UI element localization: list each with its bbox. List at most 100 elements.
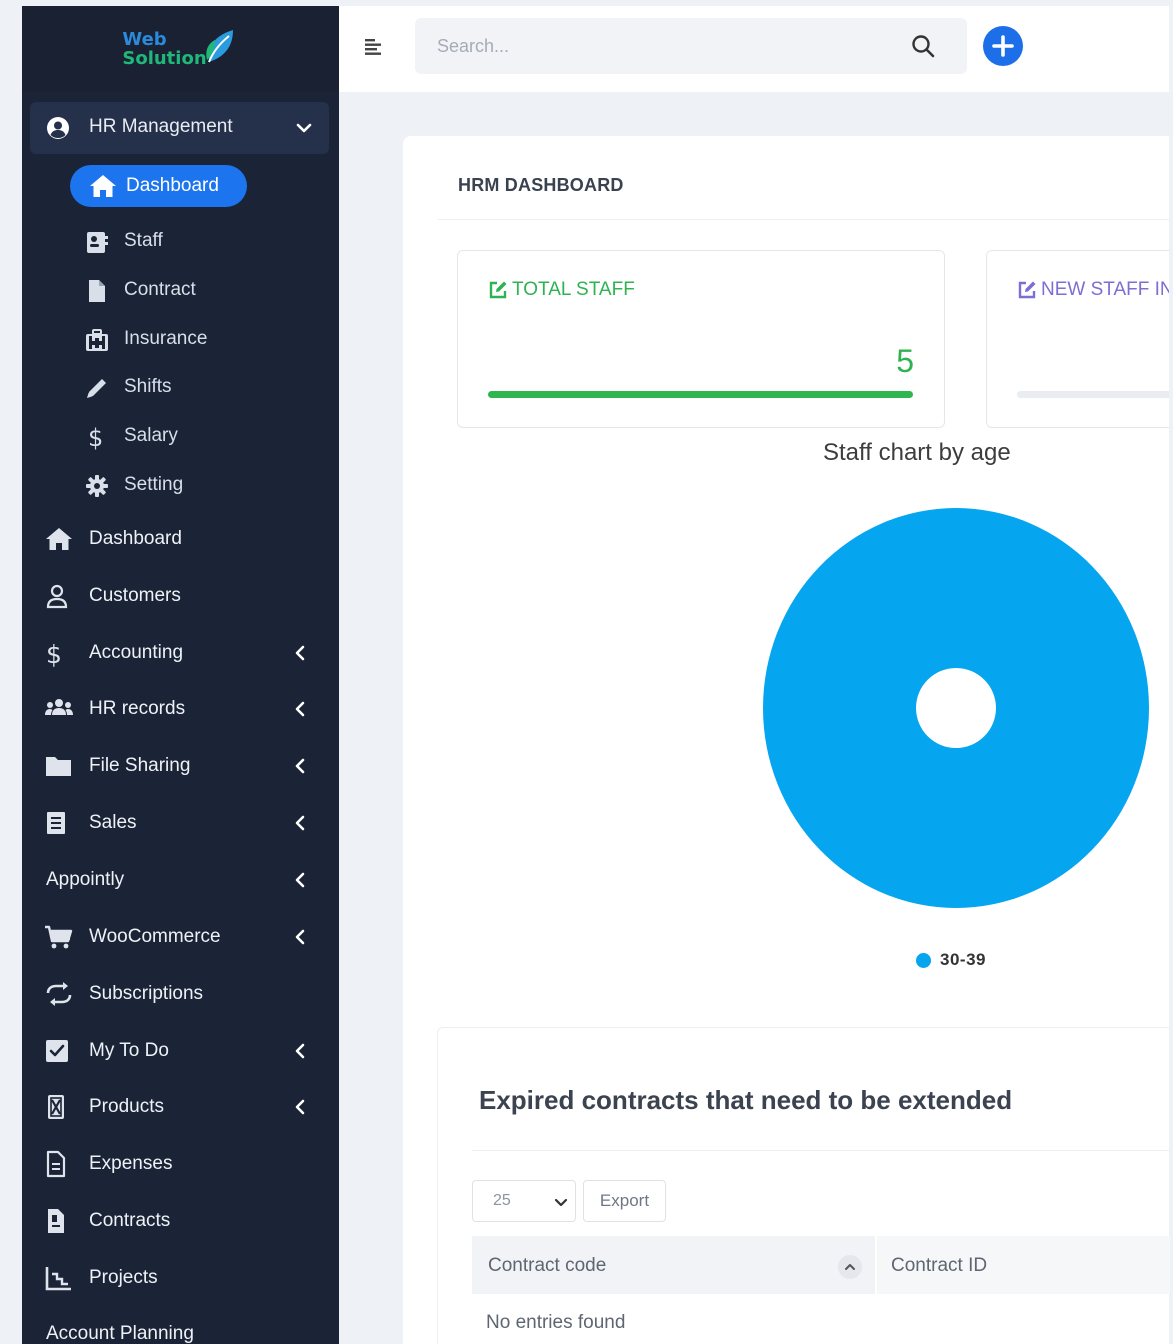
chevron-down-icon	[296, 123, 312, 133]
search-input[interactable]	[415, 18, 895, 74]
sidebar-item-subscriptions[interactable]: Subscriptions	[44, 977, 319, 1011]
sidebar-item-appointly[interactable]: Appointly	[44, 863, 319, 897]
chevron-left-icon	[295, 872, 305, 888]
chevron-down-icon	[554, 1198, 568, 1207]
sidebar-item-label: File Sharing	[89, 755, 191, 776]
repeat-icon	[46, 982, 72, 1006]
sidebar-item-projects[interactable]: Projects	[44, 1261, 319, 1295]
stat-card-total-staff[interactable]: TOTAL STAFF 5	[457, 250, 945, 428]
sidebar-subitem-staff[interactable]: Staff	[84, 227, 304, 257]
home-icon	[90, 175, 116, 197]
sidebar-subitem-shifts[interactable]: Shifts	[84, 373, 304, 403]
file-icon	[89, 280, 105, 302]
sidebar-item-label: My To Do	[89, 1040, 169, 1061]
leaf-icon	[205, 30, 233, 63]
user-icon	[46, 584, 68, 609]
progress-fill	[488, 391, 913, 398]
sidebar: Web Solution HR Management Dashboard Sta…	[22, 6, 339, 1344]
sidebar-item-expenses[interactable]: Expenses	[44, 1147, 319, 1181]
stat-title-text: TOTAL STAFF	[512, 279, 635, 300]
column-header-label: Contract code	[488, 1255, 607, 1276]
sidebar-group-hr-management[interactable]: HR Management	[30, 102, 329, 154]
chevron-left-icon	[295, 758, 305, 774]
sidebar-item-customers[interactable]: Customers	[44, 579, 319, 613]
sidebar-item-label: Projects	[89, 1267, 158, 1288]
add-button[interactable]	[983, 26, 1023, 66]
sidebar-subitem-dashboard[interactable]: Dashboard	[70, 165, 247, 207]
sidebar-item-my-to-do[interactable]: My To Do	[44, 1034, 319, 1068]
sidebar-subitem-insurance[interactable]: Insurance	[84, 325, 304, 355]
home-icon	[46, 528, 72, 550]
check-square-icon	[46, 1040, 68, 1062]
chevron-left-icon	[295, 701, 305, 717]
sidebar-subitem-label: Dashboard	[126, 175, 219, 196]
logo-area: Web Solution	[22, 6, 339, 92]
stat-card-new-staff[interactable]: NEW STAFF IN	[986, 250, 1169, 428]
sidebar-item-dashboard[interactable]: Dashboard	[44, 522, 319, 556]
chevron-left-icon	[295, 1099, 305, 1115]
dashboard-card: HRM DASHBOARD TOTAL STAFF 5 NEW STAFF IN…	[403, 136, 1170, 1344]
sidebar-item-label: Customers	[89, 585, 181, 606]
legend-swatch	[916, 952, 931, 968]
menu-toggle-icon[interactable]	[363, 36, 385, 58]
sidebar-item-sales[interactable]: Sales	[44, 806, 319, 840]
sidebar-subitem-label: Shifts	[124, 376, 172, 397]
expired-contracts-card: Expired contracts that need to be extend…	[437, 1027, 1170, 1344]
page-size-select[interactable]: 25	[472, 1180, 576, 1222]
sidebar-subitem-label: Insurance	[124, 328, 208, 349]
sidebar-item-label: Subscriptions	[89, 983, 204, 1004]
sidebar-subitem-contract[interactable]: Contract	[84, 276, 304, 306]
edit-icon	[1018, 281, 1036, 299]
sidebar-item-contracts[interactable]: Contracts	[44, 1204, 319, 1238]
sidebar-item-file-sharing[interactable]: File Sharing	[44, 749, 319, 783]
progress-track	[1017, 391, 1169, 398]
column-header-label: Contract ID	[891, 1255, 988, 1276]
sidebar-item-hr-records[interactable]: HR records	[44, 692, 319, 726]
sidebar-item-label: Accounting	[89, 642, 184, 663]
column-header-contract-code[interactable]: Contract code	[472, 1236, 875, 1294]
pencil-icon	[87, 379, 106, 398]
sidebar-subitem-salary[interactable]: $ Salary	[84, 422, 304, 452]
sidebar-item-woocommerce[interactable]: WooCommerce	[44, 920, 319, 954]
brand-logo[interactable]: Web Solution	[122, 30, 238, 68]
edit-icon	[489, 281, 507, 299]
table-header: Contract code Contract ID	[472, 1236, 1170, 1294]
sort-ascending-icon[interactable]	[838, 1255, 862, 1279]
sidebar-subitem-setting[interactable]: Setting	[84, 471, 304, 501]
receipt-icon	[47, 812, 65, 834]
export-button[interactable]: Export	[583, 1180, 666, 1222]
sidebar-item-label: Dashboard	[89, 528, 182, 549]
chart-legend[interactable]: 30-39	[916, 950, 986, 970]
sidebar-item-account-planning[interactable]: Account Planning	[44, 1317, 319, 1344]
chart-title: Staff chart by age	[823, 439, 1011, 466]
dollar-icon: $	[88, 424, 103, 450]
sidebar-subitem-label: Staff	[124, 230, 163, 251]
stat-title-text: NEW STAFF IN	[1041, 279, 1169, 300]
sidebar-item-label: Contracts	[89, 1210, 171, 1231]
svg-text:$: $	[88, 424, 103, 450]
contract-icon	[48, 1209, 64, 1233]
stat-title: TOTAL STAFF	[488, 279, 635, 301]
chart-icon	[45, 1267, 71, 1291]
search-icon[interactable]	[910, 33, 936, 59]
sidebar-item-label: Expenses	[89, 1153, 173, 1174]
chevron-left-icon	[295, 929, 305, 945]
chevron-left-icon	[295, 815, 305, 831]
sidebar-item-label: HR records	[89, 698, 186, 719]
sidebar-item-label: Account Planning	[46, 1323, 194, 1344]
page-size-value: 25	[493, 1192, 511, 1209]
user-circle-icon	[47, 117, 69, 139]
dollar-icon: $	[46, 640, 62, 667]
id-card-icon	[87, 232, 108, 253]
sidebar-item-accounting[interactable]: $ Accounting	[44, 636, 319, 670]
age-donut-chart[interactable]	[761, 508, 1151, 912]
page-title: HRM DASHBOARD	[458, 175, 624, 195]
sidebar-subitem-label: Setting	[124, 474, 184, 495]
search-box	[415, 18, 967, 74]
column-header-contract-id[interactable]: Contract ID	[877, 1236, 1170, 1294]
legend-label: 30-39	[940, 950, 986, 969]
sidebar-item-label: Sales	[89, 812, 137, 833]
sidebar-item-products[interactable]: Products	[44, 1090, 319, 1124]
progress-track	[488, 391, 913, 398]
svg-text:$: $	[46, 640, 62, 667]
